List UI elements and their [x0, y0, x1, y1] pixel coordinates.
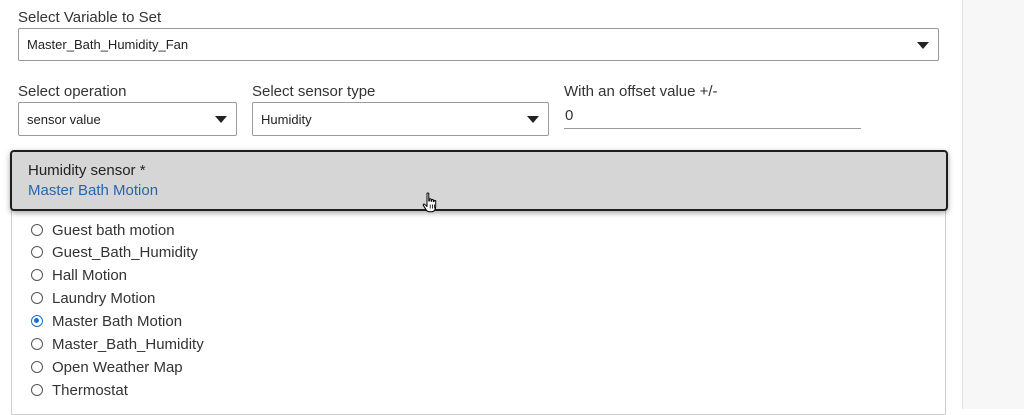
device-list-panel: Guest bath motion Guest_Bath_Humidity Ha… [11, 205, 946, 415]
radio-checked-icon [31, 315, 43, 327]
caret-down-icon [917, 41, 929, 49]
device-option[interactable]: Open Weather Map [31, 357, 183, 377]
radio-icon [31, 338, 43, 350]
device-option-label: Hall Motion [52, 266, 128, 284]
device-option[interactable]: Thermostat [31, 380, 128, 400]
humidity-sensor-label: Humidity sensor * [28, 162, 146, 179]
offset-label: With an offset value +/- [564, 83, 718, 100]
device-option[interactable]: Guest bath motion [31, 220, 175, 240]
radio-icon [31, 292, 43, 304]
radio-icon [31, 224, 43, 236]
device-option[interactable]: Master_Bath_Humidity [31, 334, 204, 354]
device-option-label: Guest_Bath_Humidity [52, 243, 198, 261]
variable-select-value: Master_Bath_Humidity_Fan [27, 37, 189, 52]
sensor-type-select[interactable]: Humidity [252, 102, 549, 136]
hand-pointer-cursor-icon [422, 192, 437, 213]
device-option-label: Laundry Motion [52, 289, 156, 307]
sensor-type-select-value: Humidity [261, 111, 312, 127]
caret-down-icon [527, 116, 539, 123]
sensor-type-label: Select sensor type [252, 83, 376, 100]
device-option-label: Guest bath motion [52, 221, 175, 239]
operation-select[interactable]: sensor value [18, 102, 237, 136]
device-option[interactable]: Laundry Motion [31, 288, 155, 308]
right-pane [963, 0, 1024, 409]
radio-icon [31, 384, 43, 396]
device-option[interactable]: Master Bath Motion [31, 311, 182, 331]
device-option[interactable]: Hall Motion [31, 265, 127, 285]
device-option-label: Master_Bath_Humidity [52, 335, 204, 353]
device-option[interactable]: Guest_Bath_Humidity [31, 242, 198, 262]
radio-icon [31, 269, 43, 281]
operation-label: Select operation [18, 83, 127, 100]
offset-input[interactable] [564, 103, 861, 129]
operation-select-value: sensor value [27, 111, 101, 127]
humidity-sensor-select[interactable]: Humidity sensor * Master Bath Motion [10, 150, 948, 211]
device-option-label: Master Bath Motion [52, 312, 183, 330]
humidity-sensor-value: Master Bath Motion [28, 182, 159, 199]
device-option-label: Open Weather Map [52, 358, 183, 376]
radio-icon [31, 361, 43, 373]
device-option-label: Thermostat [52, 381, 128, 399]
variable-label: Select Variable to Set [18, 9, 162, 26]
variable-select[interactable]: Master_Bath_Humidity_Fan [18, 28, 939, 61]
caret-down-icon [215, 116, 227, 123]
radio-icon [31, 246, 43, 258]
